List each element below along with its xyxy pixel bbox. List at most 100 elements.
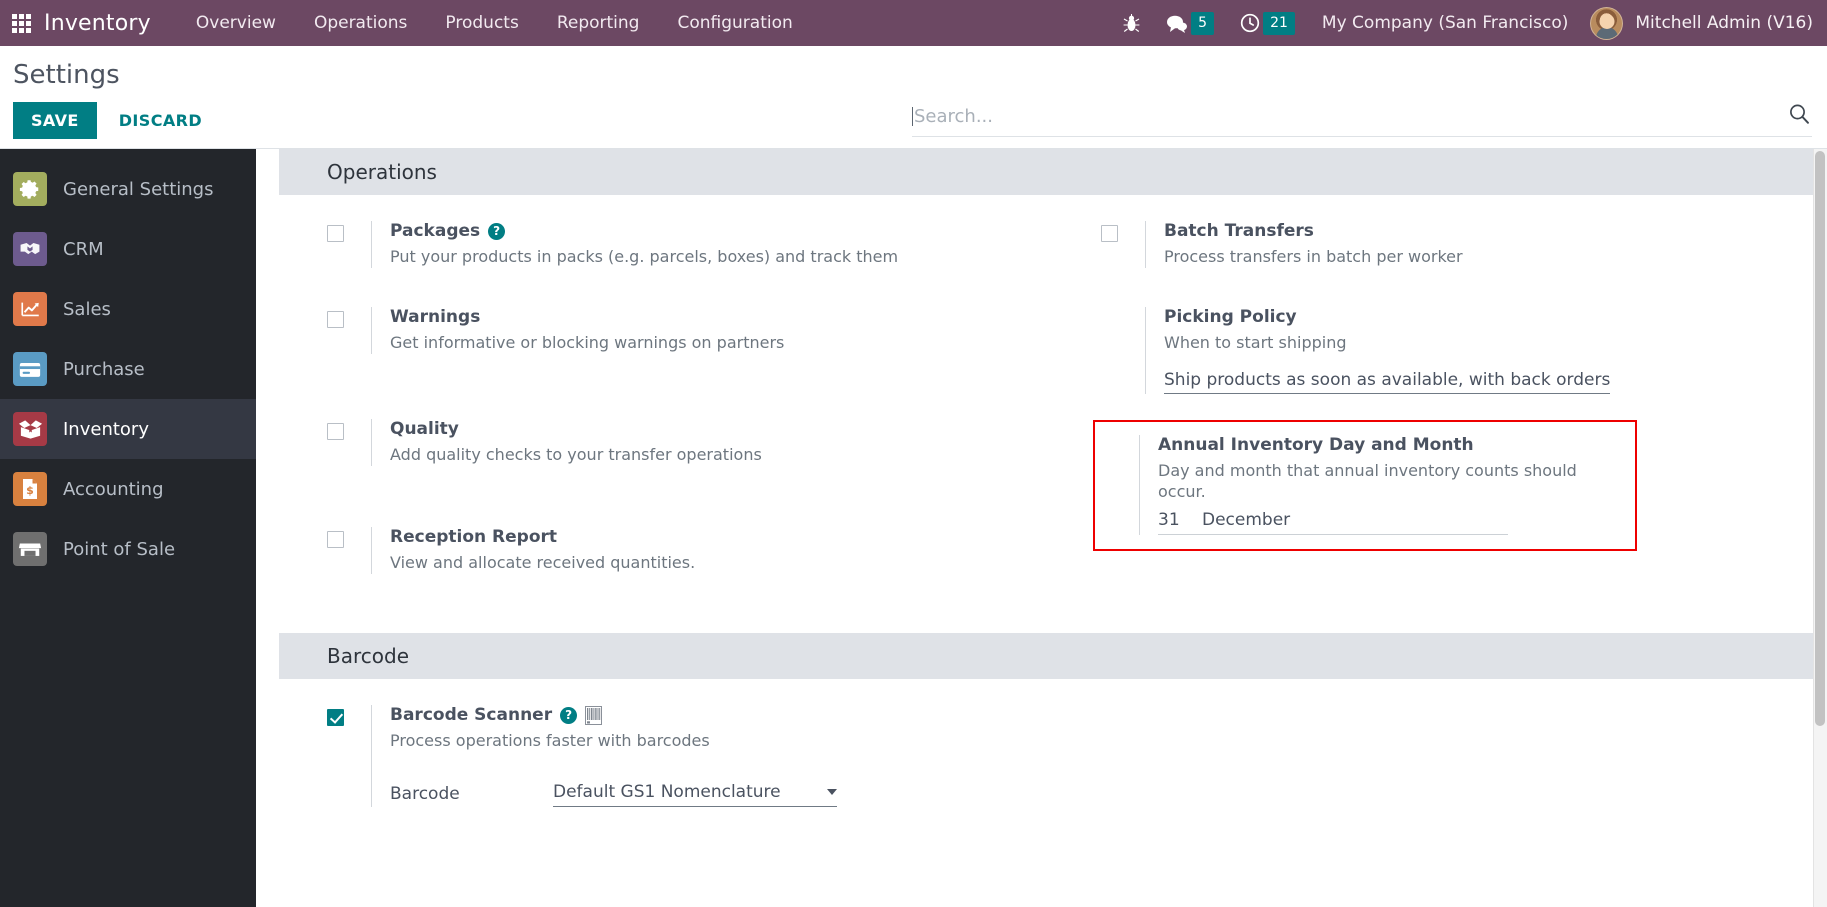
- scrollbar-thumb[interactable]: [1815, 151, 1825, 726]
- operations-settings-block: Packages ? Put your products in packs (e…: [279, 195, 1827, 633]
- barcode-scanner-description: Process operations faster with barcodes: [390, 731, 710, 750]
- quality-label: Quality: [390, 419, 459, 439]
- sidebar-item-purchase[interactable]: Purchase: [0, 339, 256, 399]
- batch-transfers-checkbox-slot: [1101, 221, 1145, 246]
- batch-transfers-title-row: Batch Transfers: [1164, 221, 1827, 241]
- quality-title-row: Quality: [390, 419, 1053, 439]
- barcode-nomenclature-dropdown[interactable]: Default GS1 Nomenclature: [553, 782, 837, 807]
- invoice-dollar-icon: $: [13, 472, 47, 506]
- debug-menu-button[interactable]: [1110, 0, 1153, 46]
- warnings-checkbox[interactable]: [327, 311, 344, 328]
- sidebar-item-point-of-sale[interactable]: Point of Sale: [0, 519, 256, 579]
- packages-title-row: Packages ?: [390, 221, 1053, 241]
- help-icon[interactable]: ?: [560, 706, 578, 724]
- reception-report-label: Reception Report: [390, 527, 558, 547]
- annual-inventory-day-input[interactable]: [1158, 509, 1184, 530]
- warnings-description: Get informative or blocking warnings on …: [390, 333, 785, 352]
- setting-warnings: Warnings Get informative or blocking war…: [327, 307, 1053, 367]
- company-switcher[interactable]: My Company (San Francisco): [1308, 13, 1584, 33]
- sidebar-item-label: General Settings: [63, 178, 214, 200]
- settings-sidebar: General Settings CRM Sales Purchase Inve: [0, 149, 256, 907]
- warnings-title-row: Warnings: [390, 307, 1053, 327]
- user-name-label: Mitchell Admin (V16): [1635, 13, 1813, 33]
- packages-checkbox-slot: [327, 221, 371, 246]
- packages-description: Put your products in packs (e.g. parcels…: [390, 247, 899, 266]
- control-panel: Settings SAVE DISCARD: [0, 46, 1827, 149]
- barcode-scanner-checkbox[interactable]: [327, 709, 344, 726]
- chevron-down-icon: [827, 788, 837, 795]
- messages-count-badge: 5: [1191, 11, 1215, 35]
- open-box-icon: [13, 412, 47, 446]
- activities-count-badge: 21: [1263, 11, 1295, 35]
- reception-report-text: Reception Report View and allocate recei…: [371, 527, 1053, 574]
- setting-barcode-scanner: Barcode Scanner ? Process operations fas…: [327, 705, 1053, 807]
- section-header-barcode: Barcode: [279, 633, 1827, 679]
- annual-inventory-label: Annual Inventory Day and Month: [1158, 434, 1474, 455]
- discard-button[interactable]: DISCARD: [105, 102, 216, 139]
- page-title: Settings: [13, 60, 120, 90]
- batch-transfers-checkbox[interactable]: [1101, 225, 1118, 242]
- barcode-grid-icon[interactable]: [585, 705, 603, 725]
- sidebar-item-crm[interactable]: CRM: [0, 219, 256, 279]
- search-bar[interactable]: [912, 103, 1812, 137]
- page-body: General Settings CRM Sales Purchase Inve: [0, 149, 1827, 907]
- quality-checkbox[interactable]: [327, 423, 344, 440]
- reception-report-checkbox[interactable]: [327, 531, 344, 548]
- magnifier-icon: [1790, 104, 1809, 124]
- annual-inventory-day-month-field: December: [1158, 509, 1508, 535]
- vertical-scrollbar[interactable]: [1813, 149, 1827, 907]
- save-button[interactable]: SAVE: [13, 102, 97, 139]
- picking-policy-text: Picking Policy When to start shipping Sh…: [1145, 307, 1827, 394]
- barcode-nomenclature-row: Barcode Default GS1 Nomenclature: [390, 782, 1053, 807]
- svg-text:$: $: [26, 484, 34, 497]
- sidebar-item-label: Inventory: [63, 418, 149, 440]
- nav-menu-products[interactable]: Products: [426, 0, 537, 46]
- activities-button[interactable]: 21: [1227, 0, 1308, 46]
- operations-left-column: Packages ? Put your products in packs (e…: [279, 221, 1053, 613]
- storefront-icon: [13, 532, 47, 566]
- barcode-nomenclature-label: Barcode: [390, 784, 460, 805]
- picking-policy-select[interactable]: Ship products as soon as available, with…: [1164, 370, 1611, 394]
- annual-inventory-title-row: Annual Inventory Day and Month: [1158, 435, 1623, 455]
- nav-menu-reporting[interactable]: Reporting: [538, 0, 659, 46]
- barcode-right-column: [1053, 705, 1827, 833]
- sidebar-item-accounting[interactable]: $ Accounting: [0, 459, 256, 519]
- packages-checkbox[interactable]: [327, 225, 344, 242]
- nav-menu-overview[interactable]: Overview: [177, 0, 295, 46]
- nav-menu-configuration[interactable]: Configuration: [658, 0, 811, 46]
- app-brand-inventory[interactable]: Inventory: [42, 11, 177, 36]
- search-text-caret: [912, 107, 913, 126]
- picking-policy-spacer: [1101, 307, 1145, 311]
- barcode-nomenclature-value: Default GS1 Nomenclature: [553, 781, 781, 802]
- picking-policy-description: When to start shipping: [1164, 333, 1347, 352]
- annual-inventory-month-select[interactable]: December: [1202, 510, 1290, 530]
- setting-reception-report: Reception Report View and allocate recei…: [327, 527, 1053, 587]
- quality-checkbox-slot: [327, 419, 371, 444]
- packages-text: Packages ? Put your products in packs (e…: [371, 221, 1053, 268]
- search-input[interactable]: [914, 106, 1788, 127]
- search-icon[interactable]: [1788, 103, 1810, 130]
- action-button-row: SAVE DISCARD: [13, 102, 216, 139]
- sidebar-item-sales[interactable]: Sales: [0, 279, 256, 339]
- annual-inventory-description: Day and month that annual inventory coun…: [1158, 460, 1577, 502]
- batch-transfers-text: Batch Transfers Process transfers in bat…: [1145, 221, 1827, 268]
- sidebar-item-label: Sales: [63, 298, 111, 320]
- gear-icon: [13, 172, 47, 206]
- picking-policy-label: Picking Policy: [1164, 307, 1297, 327]
- apps-menu-button[interactable]: [0, 0, 42, 46]
- warnings-label: Warnings: [390, 307, 481, 327]
- user-menu-button[interactable]: Mitchell Admin (V16): [1584, 6, 1813, 40]
- clock-icon: [1240, 13, 1260, 33]
- sidebar-item-label: Accounting: [63, 478, 164, 500]
- sidebar-item-general-settings[interactable]: General Settings: [0, 159, 256, 219]
- settings-content: Operations Packages ? Put your products …: [256, 149, 1827, 907]
- setting-picking-policy: Picking Policy When to start shipping Sh…: [1101, 307, 1827, 394]
- sidebar-item-inventory[interactable]: Inventory: [0, 399, 256, 459]
- help-icon[interactable]: ?: [488, 222, 506, 240]
- setting-quality: Quality Add quality checks to your trans…: [327, 419, 1053, 479]
- navbar-right-group: 5 21 My Company (San Francisco) Mitchell…: [1110, 0, 1827, 46]
- messages-button[interactable]: 5: [1153, 0, 1227, 46]
- nav-menu-operations[interactable]: Operations: [295, 0, 426, 46]
- warnings-text: Warnings Get informative or blocking war…: [371, 307, 1053, 354]
- sidebar-item-label: Point of Sale: [63, 538, 176, 560]
